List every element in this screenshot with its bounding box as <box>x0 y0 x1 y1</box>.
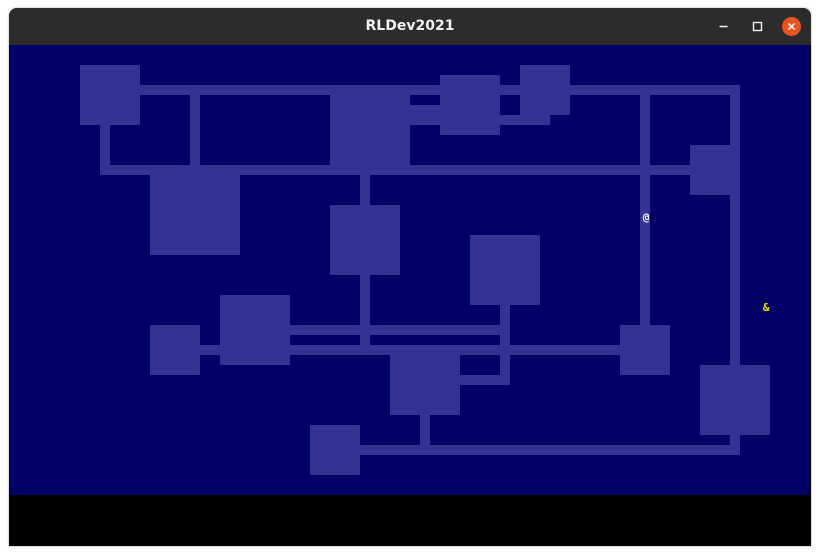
corridor-tile <box>100 125 110 175</box>
close-icon <box>787 22 796 31</box>
corridor-tile <box>360 445 740 455</box>
message-log <box>10 495 810 546</box>
maximize-button[interactable] <box>748 17 767 36</box>
room-tile <box>440 75 500 135</box>
room-tile <box>150 175 240 255</box>
room-tile <box>310 425 360 475</box>
room-tile <box>80 65 140 125</box>
corridor-tile <box>360 175 370 205</box>
corridor-tile <box>420 415 430 445</box>
room-tile <box>150 325 200 375</box>
corridor-tile <box>460 375 500 385</box>
corridor-tile <box>280 325 500 335</box>
minimize-icon <box>719 25 728 28</box>
corridor-tile <box>200 345 220 355</box>
room-tile <box>470 235 540 305</box>
corridor-tile <box>280 345 630 355</box>
room-tile <box>700 365 770 435</box>
room-tile <box>390 345 460 415</box>
dungeon-map[interactable]: @ & <box>10 45 810 495</box>
room-tile <box>330 95 410 165</box>
corridor-tile <box>640 85 650 335</box>
player-glyph: @ <box>642 211 650 224</box>
room-tile <box>330 205 400 275</box>
maximize-icon <box>752 21 763 32</box>
title-bar[interactable]: RLDev2021 <box>9 8 811 45</box>
corridor-tile <box>730 85 740 375</box>
minimize-button[interactable] <box>714 17 733 36</box>
corridor-tile <box>190 85 200 165</box>
window-title: RLDev2021 <box>365 18 455 34</box>
corridor-tile <box>360 275 370 345</box>
corridor-tile <box>410 115 550 125</box>
close-button[interactable] <box>782 17 801 36</box>
corridor-tile <box>100 165 730 175</box>
corridor-tile <box>110 85 740 95</box>
corridor-tile <box>410 105 440 115</box>
monster-glyph: & <box>762 301 770 314</box>
game-window: RLDev2021 @ & <box>9 8 811 546</box>
